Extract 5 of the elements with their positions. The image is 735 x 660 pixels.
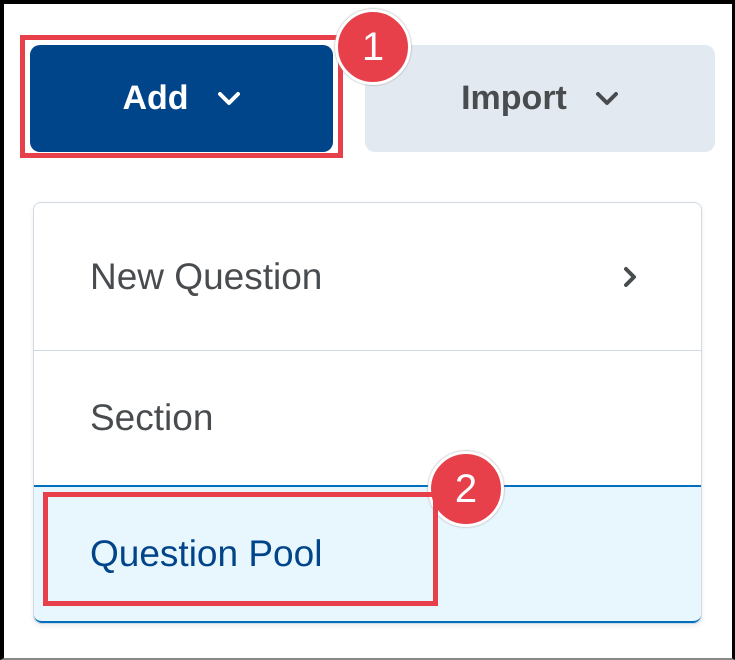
chevron-down-icon xyxy=(216,90,241,106)
callout-badge: 1 xyxy=(335,9,411,85)
add-button[interactable]: Add xyxy=(30,45,333,152)
chevron-down-icon xyxy=(594,90,619,106)
menu-item[interactable]: New Question xyxy=(34,203,701,351)
